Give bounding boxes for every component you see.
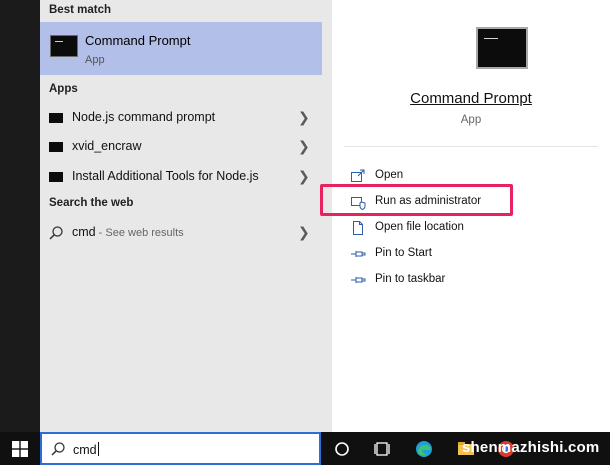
app-item-install-additional-tools[interactable]: Install Additional Tools for Node.js ❯	[40, 162, 322, 191]
search-results-panel: Best match Command Prompt App Apps Node.…	[40, 0, 322, 432]
pin-icon	[351, 251, 366, 257]
web-result-label: cmd - See web results	[72, 225, 184, 239]
taskbar: cmd shenmazhishi.com	[0, 432, 610, 465]
edge-browser-icon[interactable]	[414, 439, 434, 459]
open-icon	[351, 169, 365, 182]
app-detail-panel: Command Prompt App Open Run as administr…	[332, 0, 610, 432]
highlight-annotation	[320, 184, 513, 216]
file-location-icon	[353, 221, 363, 235]
best-match-name: Command Prompt	[85, 33, 191, 48]
cortana-icon[interactable]	[332, 439, 352, 459]
best-match-type: App	[85, 54, 105, 66]
search-input[interactable]: cmd	[73, 442, 99, 457]
best-match-header: Best match	[49, 4, 111, 16]
action-label: Pin to Start	[375, 247, 432, 259]
chevron-right-icon[interactable]: ❯	[298, 168, 310, 185]
apps-header: Apps	[49, 83, 78, 95]
app-item-label: Node.js command prompt	[72, 110, 216, 124]
chevron-right-icon[interactable]: ❯	[298, 138, 310, 155]
app-item-label: xvid_encraw	[72, 139, 142, 153]
app-item-nodejs-command-prompt[interactable]: Node.js command prompt ❯	[40, 103, 322, 132]
task-view-icon[interactable]	[372, 439, 392, 459]
action-open-file-location[interactable]: Open file location	[350, 216, 600, 240]
action-pin-to-start[interactable]: Pin to Start	[350, 242, 600, 266]
detail-title[interactable]: Command Prompt	[332, 90, 610, 107]
search-web-header: Search the web	[49, 197, 134, 209]
terminal-icon	[50, 35, 78, 57]
terminal-icon	[49, 172, 63, 182]
panel-gap	[322, 0, 332, 432]
chevron-right-icon[interactable]: ❯	[298, 224, 310, 241]
action-label: Open	[375, 169, 404, 181]
app-item-xvid-encraw[interactable]: xvid_encraw ❯	[40, 132, 322, 161]
web-result-sub: - See web results	[95, 227, 184, 239]
terminal-icon	[476, 27, 528, 69]
app-item-label: Install Additional Tools for Node.js	[72, 169, 259, 183]
divider	[344, 146, 598, 147]
chevron-right-icon[interactable]: ❯	[298, 109, 310, 126]
action-label: Pin to taskbar	[375, 273, 446, 285]
web-result-query: cmd	[72, 225, 96, 239]
watermark: shenmazhishi.com	[462, 439, 600, 456]
search-icon	[49, 226, 63, 240]
taskbar-search-box[interactable]: cmd	[40, 432, 321, 465]
windows-logo-icon[interactable]	[12, 441, 28, 457]
action-pin-to-taskbar[interactable]: Pin to taskbar	[350, 268, 600, 292]
search-icon	[51, 442, 65, 456]
detail-subtitle: App	[460, 114, 482, 126]
pin-icon	[351, 277, 366, 283]
web-result-cmd[interactable]: cmd - See web results ❯	[40, 218, 322, 247]
left-strip	[0, 0, 40, 432]
action-label: Open file location	[375, 221, 464, 233]
terminal-icon	[49, 113, 63, 123]
best-match-command-prompt[interactable]: Command Prompt App	[40, 22, 322, 75]
terminal-icon	[49, 142, 63, 152]
